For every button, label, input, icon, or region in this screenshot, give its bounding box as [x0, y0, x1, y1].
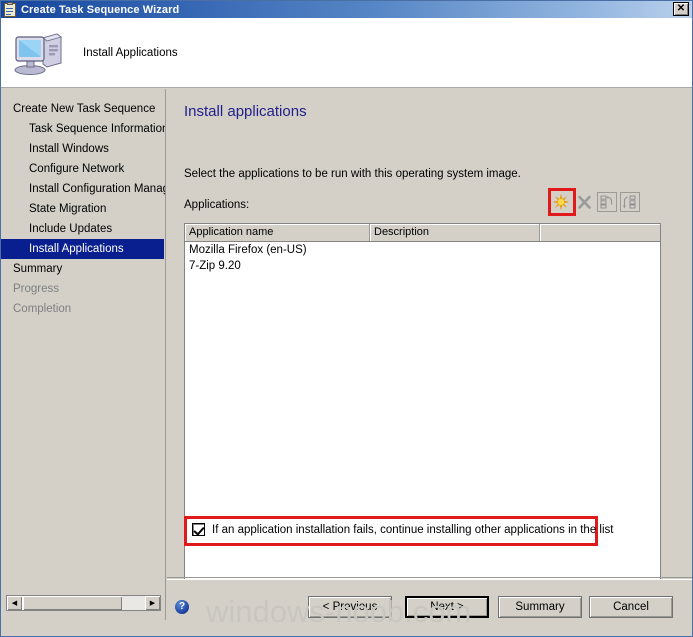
table-row[interactable]: Mozilla Firefox (en-US): [185, 242, 660, 258]
sidebar-item-create-new-task-sequence[interactable]: Create New Task Sequence: [1, 99, 165, 119]
continue-on-failure-label: If an application installation fails, co…: [212, 523, 614, 536]
footer-divider: [167, 577, 692, 578]
previous-button[interactable]: < Previous: [308, 596, 392, 618]
close-icon[interactable]: ✕: [673, 2, 689, 16]
instruction-text: Select the applications to be run with t…: [184, 168, 521, 180]
move-down-icon: [623, 195, 636, 209]
sidebar-item-install-configuration-manager[interactable]: Install Configuration Manag: [1, 179, 165, 199]
applications-toolbar: [551, 192, 640, 212]
wizard-header: Install Applications: [1, 18, 692, 88]
continue-on-failure-checkbox-row[interactable]: If an application installation fails, co…: [192, 523, 613, 536]
continue-on-failure-checkbox[interactable]: [192, 523, 205, 536]
sidebar-item-install-windows[interactable]: Install Windows: [1, 139, 165, 159]
sidebar-item-install-applications[interactable]: Install Applications: [1, 239, 164, 259]
move-up-button: [597, 192, 617, 212]
move-up-icon: [600, 195, 613, 209]
scroll-right-arrow-icon[interactable]: ▶: [145, 596, 160, 610]
gray-x-icon: [577, 195, 591, 209]
cancel-button[interactable]: Cancel: [589, 596, 673, 618]
next-button[interactable]: Next >: [405, 596, 489, 618]
add-application-button[interactable]: [551, 192, 571, 212]
sidebar-item-configure-network[interactable]: Configure Network: [1, 159, 165, 179]
scrollbar-track[interactable]: [122, 596, 145, 610]
summary-button[interactable]: Summary: [498, 596, 582, 618]
sidebar-horizontal-scrollbar[interactable]: ◀ ▶: [6, 595, 161, 611]
page-title: Install applications: [184, 103, 307, 120]
wizard-step-sidebar: Create New Task Sequence Task Sequence I…: [1, 89, 166, 620]
task-sequence-clipboard-icon: [3, 1, 17, 17]
titlebar: Create Task Sequence Wizard ✕: [1, 1, 692, 18]
column-header-blank[interactable]: [540, 224, 660, 241]
applications-label: Applications:: [184, 199, 250, 211]
sidebar-item-state-migration[interactable]: State Migration: [1, 199, 165, 219]
move-down-button: [620, 192, 640, 212]
help-question-icon[interactable]: ?: [175, 600, 189, 614]
wizard-footer: ? < Previous Next > Summary Cancel: [167, 579, 692, 636]
sidebar-item-task-sequence-information[interactable]: Task Sequence Information: [1, 119, 165, 139]
window-title: Create Task Sequence Wizard: [21, 3, 180, 16]
remove-application-button: [574, 192, 594, 212]
wizard-step-list: Create New Task Sequence Task Sequence I…: [1, 89, 165, 319]
scroll-left-arrow-icon[interactable]: ◀: [7, 596, 22, 610]
header-title: Install Applications: [83, 46, 178, 59]
table-row[interactable]: 7-Zip 9.20: [185, 258, 660, 274]
sidebar-item-include-updates[interactable]: Include Updates: [1, 219, 165, 239]
applications-list-header: Application name Description: [185, 224, 660, 242]
column-header-application-name[interactable]: Application name: [185, 224, 370, 241]
column-header-description[interactable]: Description: [370, 224, 540, 241]
sidebar-item-progress: Progress: [13, 283, 60, 295]
yellow-star-icon: [553, 194, 569, 210]
sidebar-item-summary[interactable]: Summary: [1, 259, 165, 279]
create-task-sequence-wizard-window: Create Task Sequence Wizard ✕ Install Ap…: [0, 0, 693, 637]
scrollbar-thumb[interactable]: [23, 596, 122, 610]
cell-application-name: 7-Zip 9.20: [189, 260, 241, 272]
sidebar-item-completion: Completion: [13, 303, 72, 315]
cell-application-name: Mozilla Firefox (en-US): [189, 244, 307, 256]
main-content-panel: Install applications Select the applicat…: [167, 89, 692, 597]
computer-icon: [13, 29, 65, 77]
